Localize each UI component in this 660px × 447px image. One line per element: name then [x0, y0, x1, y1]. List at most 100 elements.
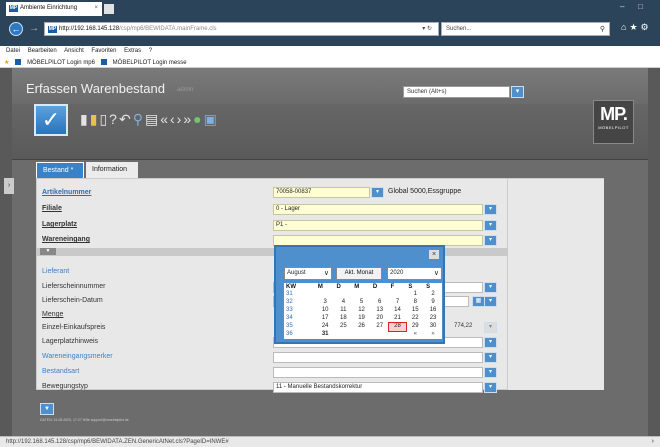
document-icon[interactable]: ▮ [80, 111, 90, 127]
menu-extras[interactable]: Extras [124, 48, 141, 54]
address-bar[interactable]: MP http://192.168.145.128/csp/mp6/BEWIDA… [44, 22, 439, 36]
group-icon[interactable]: ● [193, 111, 203, 127]
month-select[interactable]: August ∨ [284, 267, 332, 280]
previous-month-icon[interactable]: « [406, 331, 424, 339]
filiale-dropdown-icon[interactable]: ▾ [484, 204, 497, 215]
calendar-day[interactable]: 3 [316, 298, 335, 306]
browser-tab[interactable]: MP Ambiente Einrichtung × [6, 2, 102, 16]
calendar-day[interactable]: 31 [316, 331, 335, 339]
app-search-dropdown-icon[interactable]: ▾ [511, 86, 524, 98]
previous-record-icon[interactable]: ‹ [170, 111, 177, 127]
calendar-day[interactable]: 7 [389, 298, 407, 306]
calendar-day[interactable]: 21 [389, 314, 407, 322]
folder-icon[interactable]: ▮ [90, 111, 100, 127]
footer-toggle-icon[interactable]: ▼ [40, 403, 54, 415]
menu-datei[interactable]: Datei [6, 48, 20, 54]
new-tab-button[interactable] [104, 4, 114, 14]
calendar-day[interactable]: 27 [371, 323, 389, 331]
calendar-day[interactable]: 18 [334, 314, 352, 322]
favorite-login-mp6[interactable]: MÖBELPILOT Login mp6 [27, 60, 95, 66]
einkaufspreis-button-icon[interactable]: ▾ [484, 322, 497, 333]
calendar-day[interactable]: 11 [334, 306, 352, 314]
calendar-day[interactable]: 16 [424, 306, 442, 314]
calendar-day[interactable]: 25 [334, 323, 352, 331]
help-icon[interactable]: ? [109, 111, 119, 127]
gear-icon[interactable]: ⚙ [641, 22, 652, 32]
bewegungstyp-field[interactable]: 11 - Manuelle Bestandskorrektur [273, 382, 483, 393]
datum-dropdown-icon[interactable]: ▾ [484, 296, 497, 307]
label-bestandsart[interactable]: Bestandsart [42, 368, 79, 379]
close-icon[interactable]: × [429, 250, 439, 259]
lagerplatz-dropdown-icon[interactable]: ▾ [484, 220, 497, 231]
lieferscheinnummer-dropdown-icon[interactable]: ▾ [484, 282, 497, 293]
tab-information[interactable]: Information [86, 162, 138, 178]
tab-bestand[interactable]: Bestand * [36, 162, 84, 178]
calendar-day[interactable]: 14 [389, 306, 407, 314]
scroll-right-icon[interactable]: › [652, 438, 654, 445]
calendar-day[interactable]: 13 [371, 306, 389, 314]
undo-icon[interactable]: ↶ [119, 111, 133, 127]
menu-ansicht[interactable]: Ansicht [64, 48, 84, 54]
label-wareneingangsmerker[interactable]: Wareneingangsmerker [42, 353, 113, 364]
minimize-icon[interactable]: – [620, 2, 624, 11]
back-arrow-icon[interactable]: ← [9, 22, 23, 36]
first-record-icon[interactable]: « [160, 111, 170, 127]
calendar-day[interactable]: 19 [352, 314, 371, 322]
check-icon[interactable]: ✓ [34, 104, 68, 136]
bestandsart-field[interactable] [273, 367, 483, 378]
last-record-icon[interactable]: » [183, 111, 193, 127]
current-month-button[interactable]: Akt. Monat [336, 267, 382, 280]
calendar-day[interactable]: 5 [352, 298, 371, 306]
calendar-day[interactable]: 17 [316, 314, 335, 322]
calendar-day[interactable]: 26 [352, 323, 371, 331]
search-icon[interactable]: ⚲ [600, 25, 605, 33]
calendar-day[interactable]: 1 [406, 290, 424, 298]
wareneingangsmerker-dropdown-icon[interactable]: ▾ [484, 352, 497, 363]
menu-help[interactable]: ? [149, 48, 152, 54]
calendar-day[interactable]: 30 [424, 323, 442, 331]
star-icon[interactable]: ★ [629, 22, 640, 32]
calendar-day[interactable]: 20 [371, 314, 389, 322]
side-collapse-icon[interactable]: › [4, 178, 14, 194]
calendar-day[interactable]: 22 [406, 314, 424, 322]
bestandsart-dropdown-icon[interactable]: ▾ [484, 367, 497, 378]
label-artikelnummer[interactable]: Artikelnummer [42, 189, 91, 200]
search-record-icon[interactable]: ⚲ [133, 111, 145, 127]
close-tab-icon[interactable]: × [94, 5, 98, 11]
calendar-day[interactable]: 24 [316, 323, 335, 331]
calendar-day[interactable]: 28 [387, 321, 408, 332]
bewegungstyp-dropdown-icon[interactable]: ▾ [484, 382, 497, 393]
lagerplatzhinweis-dropdown-icon[interactable]: ▾ [484, 337, 497, 348]
calendar-day[interactable]: 10 [316, 306, 335, 314]
calendar-day[interactable]: 8 [406, 298, 424, 306]
calendar-day[interactable]: 12 [352, 306, 371, 314]
maximize-icon[interactable]: □ [638, 2, 643, 11]
browser-search-input[interactable]: Suchen... ⚲ [441, 22, 610, 36]
artikel-dropdown-icon[interactable]: ▾ [371, 187, 384, 198]
trash-icon[interactable]: ▯ [99, 111, 109, 127]
wareneingangsmerker-field[interactable] [273, 352, 483, 363]
menu-bearbeiten[interactable]: Bearbeiten [28, 48, 57, 54]
menu-favoriten[interactable]: Favoriten [91, 48, 116, 54]
year-select[interactable]: 2020 ∨ [387, 267, 442, 280]
image-icon[interactable]: ▣ [204, 111, 219, 127]
refresh-icon[interactable]: ▾ ↻ [422, 25, 432, 32]
wareneingang-dropdown-icon[interactable]: ▾ [484, 235, 497, 246]
print-icon[interactable]: ▤ [145, 111, 160, 127]
favorite-login-messe[interactable]: MÖBELPILOT Login messe [113, 60, 187, 66]
calendar-day[interactable]: 9 [424, 298, 442, 306]
calendar-day[interactable]: 15 [406, 306, 424, 314]
calendar-day[interactable]: 23 [424, 314, 442, 322]
forward-arrow-icon[interactable]: → [27, 23, 41, 37]
artikelnummer-field[interactable]: 70058-00837 [273, 187, 370, 198]
calendar-day[interactable]: 4 [334, 298, 352, 306]
calendar-day[interactable]: 2 [424, 290, 442, 298]
calendar-day[interactable]: 29 [406, 323, 424, 331]
lagerplatz-field[interactable]: P1 - [273, 220, 483, 231]
app-search-input[interactable]: Suchen (Alt+s) [403, 86, 510, 98]
favorites-star-icon[interactable]: ★ [4, 60, 9, 66]
next-month-icon[interactable]: » [424, 331, 442, 339]
calendar-day[interactable]: 6 [371, 298, 389, 306]
label-lieferant[interactable]: Lieferant [42, 268, 69, 279]
collapse-arrow-icon[interactable]: ▼ [40, 248, 56, 255]
